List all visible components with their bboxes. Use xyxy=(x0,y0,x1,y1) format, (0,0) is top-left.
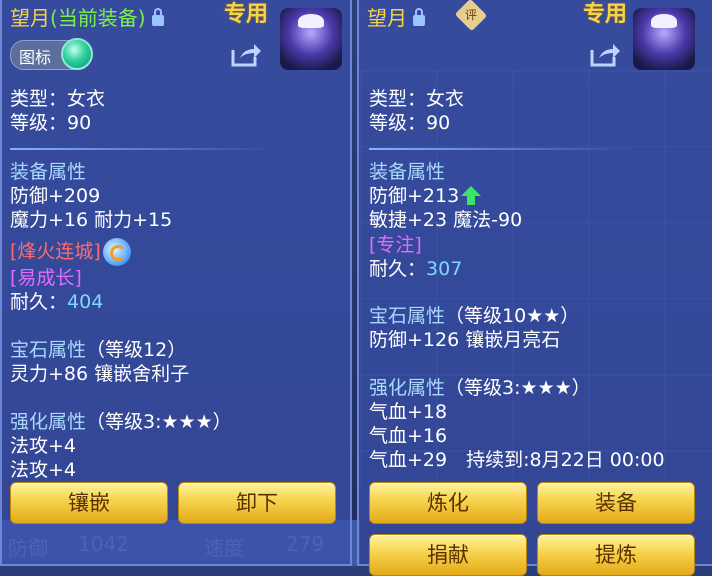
strengthen-line: 气血+18 xyxy=(369,401,448,423)
equip-attr-heading: 装备属性 xyxy=(369,161,446,183)
icon-toggle[interactable]: 图标 xyxy=(10,38,93,70)
durability-value: 307 xyxy=(426,258,463,280)
attr-line: 防御+213 xyxy=(369,185,460,207)
strengthen-heading-row: 强化属性（等级3:★★★） xyxy=(10,411,232,433)
item-type: 类型：女衣 xyxy=(10,88,106,110)
durability-label: 耐久： xyxy=(10,291,68,313)
green-up-arrow-icon xyxy=(461,186,482,205)
strengthen-line: 法攻+4 xyxy=(10,459,77,481)
strengthen-line-expiry: 气血+29 持续到:8月22日 00:00 xyxy=(369,449,665,471)
current-equip-tag: (当前装备) xyxy=(50,6,146,30)
item-title: 望月 xyxy=(367,2,425,31)
equip-attr-heading: 装备属性 xyxy=(10,161,87,183)
strengthen-line: 气血+16 xyxy=(369,425,448,447)
strengthen-level: （等级3:★★★） xyxy=(445,377,591,399)
strengthen-line: 法攻+4 xyxy=(10,435,77,457)
compare-equipment-panel: 望月 评 专用 类型：女衣 等级：90 装备属性 防御+213 敏捷+23 魔法… xyxy=(357,0,712,576)
strengthen-heading-row: 强化属性（等级3:★★★） xyxy=(369,377,591,399)
gem-attr-line: 防御+126 镶嵌月亮石 xyxy=(369,329,561,351)
lock-icon[interactable] xyxy=(413,8,425,26)
rating-badge-label: 评 xyxy=(464,8,477,22)
special-effect-row: [烽火连城] xyxy=(10,238,131,266)
attr-line: 敏捷+23 魔法-90 xyxy=(369,209,523,231)
special-skill: [易成长] xyxy=(10,267,82,289)
donate-button[interactable]: 捐献 xyxy=(369,534,527,576)
exclusive-badge: 专用 xyxy=(224,2,269,27)
item-name: 望月 xyxy=(10,6,50,30)
special-skill: [专注] xyxy=(369,234,422,256)
rating-badge[interactable]: 评 xyxy=(454,0,488,32)
inlay-button[interactable]: 镶嵌 xyxy=(10,482,168,524)
strengthen-heading: 强化属性 xyxy=(369,377,446,399)
gem-level: （等级12） xyxy=(86,339,187,361)
gem-heading-row: 宝石属性（等级12） xyxy=(10,339,186,361)
attr-line: 防御+209 xyxy=(10,185,101,207)
item-level: 等级：90 xyxy=(369,112,451,134)
strengthen-level: （等级3:★★★） xyxy=(86,411,232,433)
durability-row: 耐久：404 xyxy=(10,291,103,313)
gem-heading-row: 宝石属性（等级10★★） xyxy=(369,305,579,327)
gem-heading: 宝石属性 xyxy=(10,339,87,361)
item-title: 望月(当前装备) xyxy=(10,2,164,31)
durability-row: 耐久：307 xyxy=(369,258,462,280)
current-equipment-panel: 望月(当前装备) 专用 图标 类型：女衣 等级：90 装备属性 防御+209 魔… xyxy=(0,0,352,566)
divider xyxy=(369,148,631,150)
gem-heading: 宝石属性 xyxy=(369,305,446,327)
refresh-icon[interactable] xyxy=(102,238,131,266)
share-icon[interactable] xyxy=(589,40,621,68)
toggle-knob xyxy=(61,38,93,70)
attr-line-row: 防御+213 xyxy=(369,185,482,207)
item-name: 望月 xyxy=(367,6,407,30)
item-type: 类型：女衣 xyxy=(369,88,465,110)
item-level: 等级：90 xyxy=(10,112,92,134)
durability-label: 耐久： xyxy=(369,258,427,280)
divider xyxy=(10,148,272,150)
gem-level: （等级10★★） xyxy=(445,305,580,327)
attr-line: 魔力+16 耐力+15 xyxy=(10,209,173,231)
gem-attr-line: 灵力+86 镶嵌舍利子 xyxy=(10,363,190,385)
robe-item-icon xyxy=(280,8,342,70)
robe-item-icon xyxy=(633,8,695,70)
strengthen-heading: 强化属性 xyxy=(10,411,87,433)
equip-button[interactable]: 装备 xyxy=(537,482,695,524)
special-effect: [烽火连城] xyxy=(10,240,101,263)
exclusive-badge: 专用 xyxy=(583,2,628,27)
unequip-button[interactable]: 卸下 xyxy=(178,482,336,524)
lock-icon[interactable] xyxy=(151,8,164,26)
durability-value: 404 xyxy=(67,291,104,313)
extract-button[interactable]: 提炼 xyxy=(537,534,695,576)
share-icon[interactable] xyxy=(230,40,262,68)
refine-button[interactable]: 炼化 xyxy=(369,482,527,524)
icon-toggle-label: 图标 xyxy=(19,48,52,67)
